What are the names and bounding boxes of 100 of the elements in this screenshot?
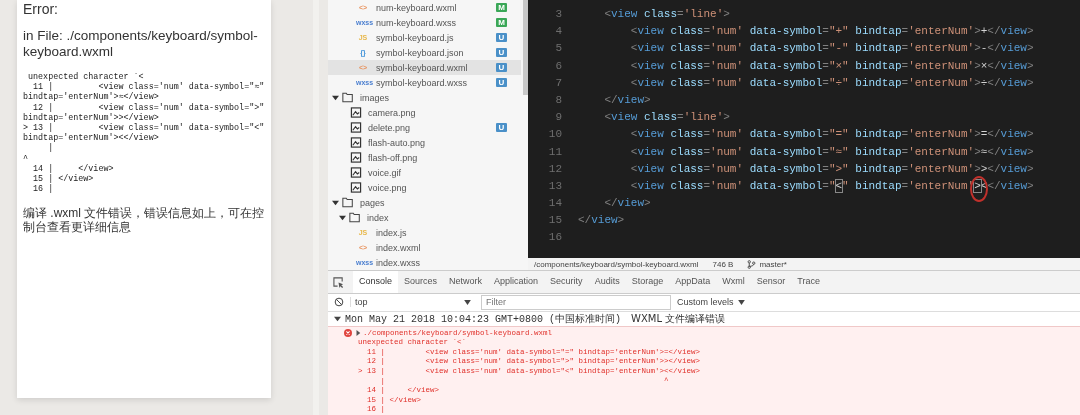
image-file-icon bbox=[350, 137, 362, 148]
file-item[interactable]: flash-auto.png bbox=[328, 135, 521, 150]
code-line: </view> bbox=[603, 196, 651, 212]
file-name: delete.png bbox=[368, 122, 412, 133]
line-number: 16 bbox=[547, 230, 562, 246]
folder-item[interactable]: pages bbox=[328, 195, 521, 210]
error-code-line: > 13 | <view class='num' data-symbol="<" bbox=[23, 123, 265, 133]
filter-field[interactable]: Filter bbox=[481, 294, 671, 310]
folder-icon bbox=[342, 92, 354, 103]
image-file-icon bbox=[350, 152, 362, 163]
error-code-line: bindtap='enterNum'>≈</view> bbox=[23, 92, 159, 103]
levels-dropdown[interactable]: Custom levels bbox=[677, 297, 745, 308]
image-file-icon bbox=[350, 167, 362, 178]
file-name: symbol-keyboard.wxss bbox=[376, 77, 469, 88]
line-number: 5 bbox=[554, 41, 562, 57]
code-line: <view class='num' data-symbol="-" bindtap='enterNum'>-</view> bbox=[629, 41, 1034, 57]
devtools-tab[interactable]: Console bbox=[353, 271, 399, 293]
branch-icon bbox=[747, 259, 757, 269]
file-name: camera.png bbox=[368, 107, 417, 118]
devtools-tab[interactable]: Sensor bbox=[750, 271, 792, 293]
file-size: 746 B bbox=[712, 259, 734, 269]
inspect-icon[interactable] bbox=[333, 276, 344, 288]
error-code-line: 16 | bbox=[32, 184, 54, 195]
file-name: images bbox=[360, 92, 390, 103]
error-code-line: bindtap='enterNum'>></view> bbox=[23, 112, 159, 123]
file-name: pages bbox=[360, 197, 386, 208]
code-line: <view class='num' data-symbol=">" bindtap='enterNum'>></view> bbox=[629, 161, 1034, 177]
error-file-path: in File: ./components/keyboard/symbol-keyboard.wxml bbox=[23, 28, 259, 60]
file-name: index.wxml bbox=[376, 242, 422, 253]
file-item[interactable]: voice.gif bbox=[328, 165, 521, 180]
file-name: num-keyboard.wxml bbox=[376, 2, 458, 13]
error-message: 编译 .wxml 文件错误，错误信息如上，可在控制台查看更详细信息 bbox=[23, 206, 265, 235]
context-select[interactable]: top bbox=[350, 297, 475, 308]
branch-name: master* bbox=[759, 259, 787, 269]
file-item[interactable]: delete.png U bbox=[328, 120, 521, 135]
line-number: 9 bbox=[554, 110, 562, 126]
status-badge: U bbox=[496, 48, 507, 57]
file-name: index.wxss bbox=[376, 257, 421, 268]
error-code-line: unexpected character `< bbox=[27, 72, 144, 82]
clear-console-icon[interactable] bbox=[334, 297, 344, 308]
devtools-tab[interactable]: Sources bbox=[398, 271, 444, 293]
devtools-tab[interactable]: Wxml bbox=[716, 271, 751, 293]
file-path: /components/keyboard/symbol-keyboard.wxml bbox=[534, 259, 699, 269]
file-item[interactable]: voice.png bbox=[328, 180, 521, 195]
scrollbar-thumb[interactable] bbox=[523, 0, 528, 95]
expand-arrow-icon[interactable] bbox=[339, 214, 346, 221]
line-number: 13 bbox=[547, 178, 562, 194]
devtools-tab[interactable]: Storage bbox=[625, 271, 670, 293]
status-badge: M bbox=[496, 3, 507, 12]
devtools-tab[interactable]: Trace bbox=[791, 271, 826, 293]
file-name: index bbox=[367, 212, 390, 223]
devtools-tab[interactable]: Security bbox=[544, 271, 589, 293]
caret-icon[interactable] bbox=[464, 299, 471, 305]
expand-arrow-icon[interactable] bbox=[332, 199, 339, 206]
file-item[interactable]: flash-off.png bbox=[328, 150, 521, 165]
devtools-tab[interactable]: Audits bbox=[588, 271, 626, 293]
code-line: <view class='num' data-symbol="≈" bindtap='enterNum'>≈</view> bbox=[629, 144, 1034, 160]
error-icon bbox=[344, 329, 352, 338]
folder-item[interactable]: images bbox=[328, 90, 521, 105]
code-line: <view class='num' data-symbol="×" bindtap='enterNum'>×</view> bbox=[629, 58, 1034, 74]
code-line: </view> bbox=[578, 213, 625, 229]
devtools-tab[interactable]: Network bbox=[443, 271, 489, 293]
caret-icon[interactable] bbox=[737, 299, 745, 305]
group-title: WXML 文件编译错误 bbox=[631, 311, 726, 326]
line-number: 7 bbox=[554, 75, 562, 91]
file-name: flash-off.png bbox=[368, 152, 419, 163]
console-group-header[interactable]: Mon May 21 2018 10:04:23 GMT+0800 (中国标准时间) WXML 文件编译错误 bbox=[328, 311, 1080, 327]
code-line: <view class='num' data-symbol="÷" bindtap='enterNum'>÷</view> bbox=[629, 75, 1034, 91]
status-badge: U bbox=[496, 78, 507, 87]
line-number: 14 bbox=[547, 196, 562, 212]
devtools-tab[interactable]: Application bbox=[488, 271, 545, 293]
error-code-line: 11 | <view class='num' data-symbol="≈" bbox=[33, 82, 265, 93]
file-name: num-keyboard.wxss bbox=[376, 17, 458, 28]
error-code-line: 14 | </view> bbox=[32, 163, 114, 174]
file-name: voice.gif bbox=[368, 167, 403, 178]
folder-icon bbox=[342, 197, 354, 208]
folder-item[interactable]: index bbox=[328, 210, 521, 225]
devtools-tab[interactable]: AppData bbox=[669, 271, 717, 293]
expand-arrow-icon[interactable] bbox=[332, 94, 339, 101]
error-code-line: | bbox=[47, 143, 54, 154]
image-file-icon bbox=[350, 122, 362, 133]
line-number: 10 bbox=[547, 127, 562, 143]
line-number: 11 bbox=[547, 144, 562, 160]
code-line: <view class='line'> bbox=[603, 7, 730, 22]
file-name: voice.png bbox=[368, 182, 408, 193]
folder-icon bbox=[349, 212, 361, 223]
error-code-line: bindtap='enterNum'><</view> bbox=[23, 133, 159, 144]
image-file-icon bbox=[350, 182, 362, 193]
status-badge: U bbox=[496, 63, 507, 72]
file-name: symbol-keyboard.js bbox=[376, 32, 455, 43]
file-name: index.js bbox=[376, 227, 408, 238]
code-line: </view> bbox=[603, 92, 651, 108]
expand-arrow-icon[interactable] bbox=[355, 330, 361, 337]
error-code-line: 15 | </view> bbox=[32, 174, 94, 185]
file-item[interactable]: camera.png bbox=[328, 105, 521, 120]
error-code-line: 12 | <view class='num' data-symbol=">" bbox=[32, 102, 265, 113]
line-number: 8 bbox=[554, 92, 562, 108]
expand-arrow-icon[interactable] bbox=[334, 315, 341, 323]
code-line: <view class='num' data-symbol="+" bindtap='enterNum'>+</view> bbox=[629, 24, 1034, 40]
code-line: <view class='num' data-symbol="=" bindtap='enterNum'>=</view> bbox=[629, 127, 1034, 143]
